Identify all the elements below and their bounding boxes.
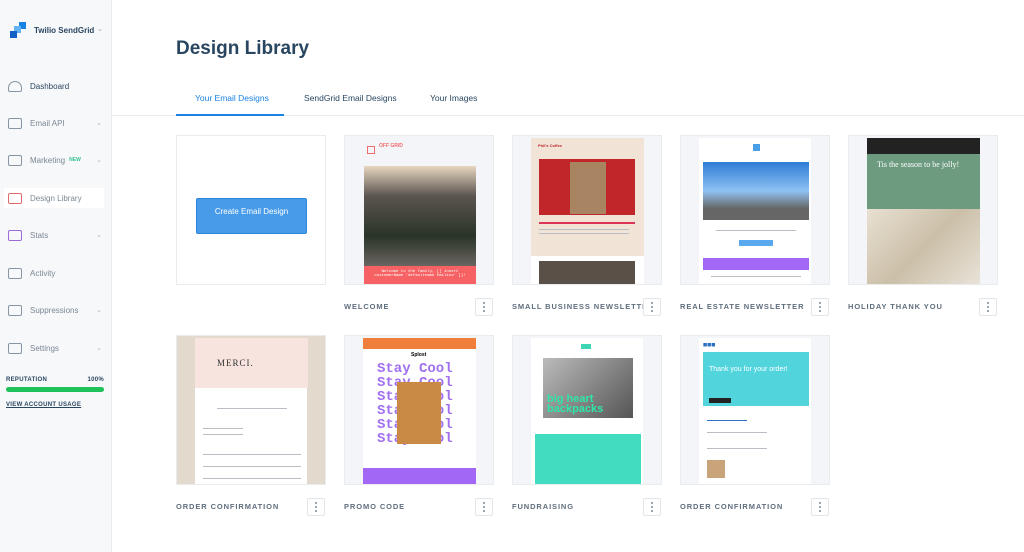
more-options-button[interactable] [475,298,493,316]
chevron-down-icon: ⌄ [96,120,102,127]
brand-name: Twilio SendGrid [34,25,95,35]
design-name: FUNDRAISING [512,502,574,511]
sidebar-item-stats[interactable]: Stats ⌄ [8,225,108,245]
code-window-icon [8,117,22,129]
design-thumbnail-real-estate-newsletter[interactable] [680,135,830,285]
thumb-brand: Phil's Coffee [538,143,563,148]
design-thumbnail-order-confirmation-2[interactable]: ◼◼◼ Thank you for your order! [680,335,830,485]
design-thumbnail-order-confirmation[interactable]: MERCI. [176,335,326,485]
megaphone-icon [8,154,22,166]
sidebar-item-label: Marketing [30,155,66,165]
thumb-image [364,166,476,266]
more-options-button[interactable] [475,498,493,516]
pencil-ruler-icon [8,192,22,204]
sidebar-item-label: Email API [30,118,65,128]
reputation: REPUTATION 100% [6,377,104,383]
design-name: HOLIDAY THANK YOU [848,302,943,311]
sidebar-item-marketing[interactable]: Marketing NEW ⌄ [8,150,108,170]
chevron-down-icon: ⌄ [96,157,102,164]
thumb-text: big heart backpacks [547,393,604,415]
reputation-label: REPUTATION [6,377,48,383]
reputation-value: 100% [87,377,104,383]
tab-bar: Your Email Designs SendGrid Email Design… [112,88,1024,116]
more-options-button[interactable] [643,498,661,516]
kebab-icon [819,502,821,504]
sidebar-item-activity[interactable]: Activity [8,263,108,283]
sidebar-item-suppressions[interactable]: Suppressions ⌄ [8,300,108,320]
more-options-button[interactable] [811,298,829,316]
sidebar-item-settings[interactable]: Settings ⌄ [8,338,108,358]
design-thumbnail-welcome[interactable]: OFF GRID Welcome to the family, [[ inser… [344,135,494,285]
kebab-icon [651,502,653,504]
kebab-icon [651,302,653,304]
design-name: REAL ESTATE NEWSLETTER [680,302,805,311]
gauge-icon [8,80,22,92]
design-name: PROMO CODE [344,502,406,511]
view-account-usage-link[interactable]: VIEW ACCOUNT USAGE [6,402,81,408]
design-name: ORDER CONFIRMATION [680,502,784,511]
sliders-icon [8,342,22,354]
sidebar-item-label: Dashboard [30,81,70,91]
mail-search-icon [8,267,22,279]
mail-block-icon [8,304,22,316]
design-thumbnail-promo-code[interactable]: Splost Stay CoolStay CoolStay CoolStay C… [344,335,494,485]
sendgrid-logo-icon [10,22,26,38]
sidebar-item-label: Design Library [30,193,82,203]
kebab-icon [819,302,821,304]
more-options-button[interactable] [811,498,829,516]
sidebar: Twilio SendGrid ⌄ Dashboard Email API ⌄ M… [0,0,112,552]
design-name: ORDER CONFIRMATION [176,502,280,511]
thumb-text: MERCI. [195,338,308,388]
sidebar-item-email-api[interactable]: Email API ⌄ [8,113,108,133]
design-name: WELCOME [344,302,390,311]
kebab-icon [483,502,485,504]
reputation-bar [6,387,104,392]
sidebar-item-label: Settings [30,343,59,353]
thumb-brand: Splost [411,352,427,358]
design-name: SMALL BUSINESS NEWSLETTER [512,302,655,311]
sidebar-item-label: Suppressions [30,305,79,315]
design-thumbnail-holiday-thank-you[interactable]: Tis the season to be jolly! [848,135,998,285]
create-design-card: Create Email Design [176,135,326,285]
more-options-button[interactable] [643,298,661,316]
more-options-button[interactable] [979,298,997,316]
chevron-down-icon: ⌄ [96,232,102,239]
chevron-down-icon: ⌄ [96,307,102,314]
sidebar-item-label: Stats [30,230,49,240]
bar-chart-icon [8,229,22,241]
thumb-text: Tis the season to be jolly! [867,154,980,209]
sidebar-item-dashboard[interactable]: Dashboard [8,76,108,96]
chevron-down-icon: ⌄ [96,345,102,352]
design-thumbnail-fundraising[interactable]: big heart backpacks [512,335,662,485]
tab-your-images[interactable]: Your Images [430,93,477,103]
kebab-icon [315,502,317,504]
sidebar-item-label: Activity [30,268,56,278]
active-tab-indicator [176,114,284,116]
tab-sendgrid-email-designs[interactable]: SendGrid Email Designs [304,93,397,103]
design-thumbnail-small-business-newsletter[interactable]: Phil's Coffee [512,135,662,285]
thumb-brand: OFF GRID [379,143,403,149]
more-options-button[interactable] [307,498,325,516]
sidebar-item-design-library[interactable]: Design Library [4,188,104,208]
chevron-down-icon[interactable]: ⌄ [97,25,103,33]
tab-your-email-designs[interactable]: Your Email Designs [195,93,269,103]
kebab-icon [483,302,485,304]
create-email-design-button[interactable]: Create Email Design [196,198,307,234]
kebab-icon [987,302,989,304]
thumb-text: Welcome to the family, [[ insert custome… [364,266,476,284]
new-badge: NEW [69,157,81,163]
page-title: Design Library [176,38,310,59]
account-switcher[interactable]: Twilio SendGrid [10,22,94,38]
